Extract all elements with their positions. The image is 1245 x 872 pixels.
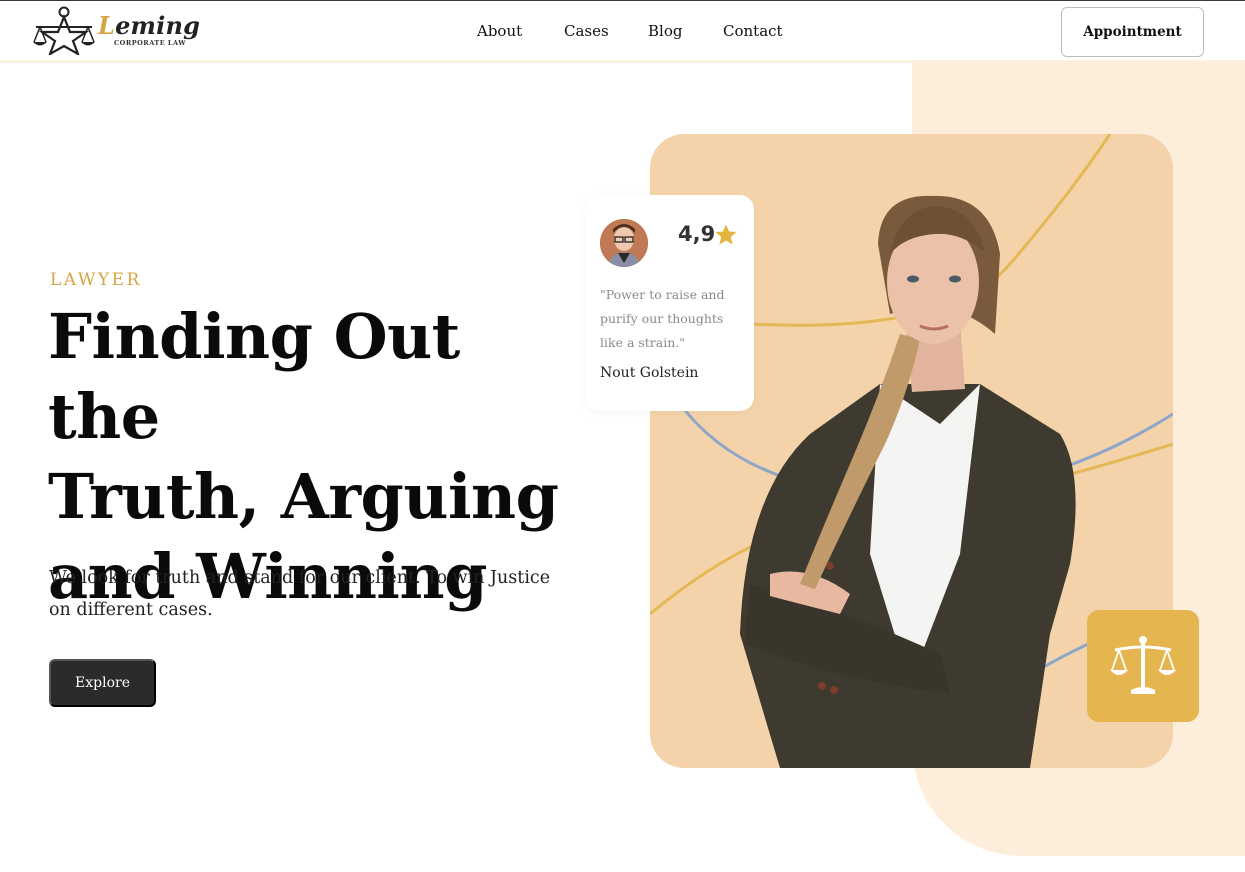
scales-star-icon xyxy=(33,6,95,55)
nav-about[interactable]: About xyxy=(477,22,522,40)
review-quote: "Power to raise and purify our thoughts … xyxy=(600,287,725,350)
rating-value: 4,9 xyxy=(678,222,716,246)
nav-cases[interactable]: Cases xyxy=(564,22,609,40)
explore-button[interactable]: Explore xyxy=(49,659,156,707)
appointment-button[interactable]: Appointment xyxy=(1061,7,1204,57)
star-icon xyxy=(715,224,737,245)
justice-badge xyxy=(1087,610,1199,722)
hero-eyebrow: LAWYER xyxy=(50,270,142,290)
review-author: Nout Golstein xyxy=(600,365,699,381)
headline-line-1: Finding Out the xyxy=(48,300,460,453)
brand-initial: L xyxy=(98,11,116,40)
scale-icon xyxy=(1110,636,1176,694)
review-card: 4,9 "Power to raise and purify our thoug… xyxy=(585,195,754,411)
nav-contact[interactable]: Contact xyxy=(723,22,783,40)
brand-name-rest: eming xyxy=(115,11,201,40)
reviewer-avatar xyxy=(600,219,648,267)
brand-tagline: CORPORATE LAW xyxy=(114,39,187,47)
brand-logo[interactable]: Leming CORPORATE LAW xyxy=(32,5,200,55)
site-header: Leming CORPORATE LAW About Cases Blog Co… xyxy=(0,1,1245,60)
headline-line-2: Truth, Arguing xyxy=(48,460,559,533)
brand-name: Leming xyxy=(98,11,200,40)
hero-description: We look for truth and stand for our clie… xyxy=(49,568,551,620)
nav-blog[interactable]: Blog xyxy=(648,22,682,40)
